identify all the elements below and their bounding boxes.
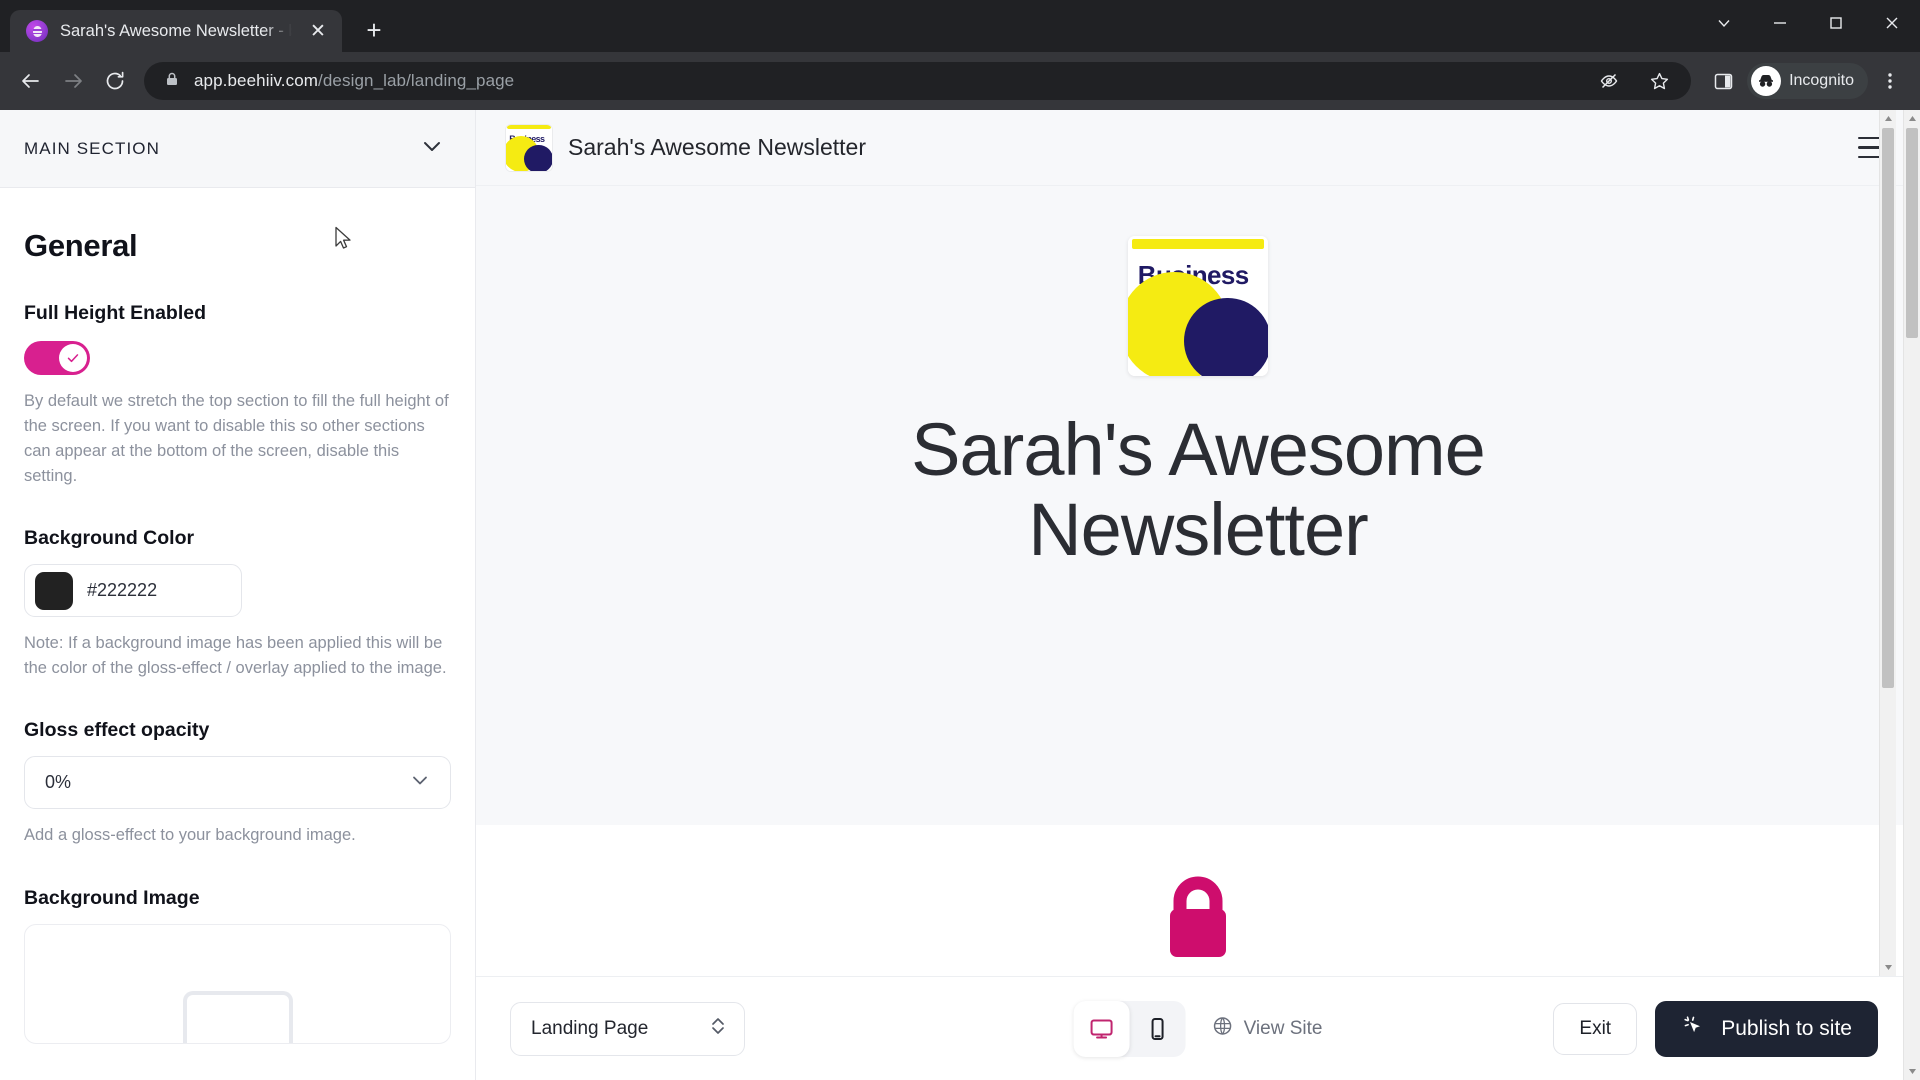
- side-panel-icon[interactable]: [1705, 63, 1741, 99]
- site-brand: Business Sarah's Awesome Newsletter: [506, 124, 866, 171]
- field-background-color: Background Color #222222 Note: If a back…: [24, 527, 451, 681]
- preview-scroll-area: Business Sarah's Awesome Newsletter Busi…: [476, 110, 1920, 976]
- bookmark-star-icon[interactable]: [1641, 63, 1677, 99]
- sidebar-body: General Full Height Enabled By default w…: [0, 188, 475, 1080]
- reload-icon[interactable]: [96, 62, 134, 100]
- view-site-button[interactable]: View Site: [1212, 1015, 1323, 1043]
- gloss-opacity-select[interactable]: 0%: [24, 756, 451, 810]
- profile-incognito-button[interactable]: Incognito: [1747, 63, 1868, 99]
- background-color-label: Background Color: [24, 527, 195, 550]
- scroll-up-arrow-icon[interactable]: [1904, 110, 1920, 127]
- chevron-updown-icon[interactable]: [708, 1013, 728, 1044]
- full-height-toggle[interactable]: [24, 341, 90, 375]
- exit-label: Exit: [1579, 1017, 1612, 1039]
- window-controls: [1696, 0, 1920, 46]
- plus-icon[interactable]: +: [354, 10, 394, 50]
- page-select-value: Landing Page: [531, 1017, 649, 1039]
- device-toggle: [1073, 1000, 1186, 1057]
- background-color-value: #222222: [87, 580, 158, 601]
- kebab-menu-icon[interactable]: [1872, 63, 1908, 99]
- check-icon: [59, 344, 87, 372]
- minimize-icon[interactable]: [1752, 0, 1808, 46]
- lock-icon: [1156, 873, 1240, 965]
- address-bar[interactable]: app.beehiiv.com/design_lab/landing_page: [144, 62, 1692, 100]
- tab-title: Sarah's Awesome Newsletter - b: [60, 21, 292, 40]
- exit-button[interactable]: Exit: [1553, 1002, 1638, 1055]
- scroll-up-arrow-icon[interactable]: [1880, 110, 1896, 127]
- hero-title: Sarah's Awesome Newsletter: [911, 408, 1486, 571]
- publication-name: Sarah's Awesome Newsletter: [568, 134, 866, 160]
- beehiiv-favicon: [26, 20, 48, 42]
- publish-to-site-button[interactable]: Publish to site: [1655, 1000, 1878, 1057]
- background-color-input[interactable]: #222222: [24, 564, 242, 618]
- page-title: General: [24, 228, 138, 263]
- gloss-opacity-value: 0%: [45, 772, 72, 793]
- field-gloss-opacity: Gloss effect opacity 0% Add a gloss-effe…: [24, 719, 451, 848]
- page-select[interactable]: Landing Page: [510, 1001, 745, 1056]
- maximize-icon[interactable]: [1808, 0, 1864, 46]
- scroll-down-arrow-icon[interactable]: [1904, 1063, 1920, 1080]
- close-window-icon[interactable]: [1864, 0, 1920, 46]
- eye-slash-icon[interactable]: [1591, 63, 1627, 99]
- color-swatch[interactable]: [35, 571, 73, 610]
- field-background-image: Background Image: [24, 887, 451, 1044]
- url-text: app.beehiiv.com/design_lab/landing_page: [194, 71, 515, 90]
- browser-window: Sarah's Awesome Newsletter - b ✕ + app.b…: [0, 0, 1920, 1080]
- profile-label: Incognito: [1789, 72, 1854, 89]
- publish-label: Publish to site: [1721, 1016, 1852, 1040]
- business-logo: Business: [506, 124, 552, 171]
- full-height-label: Full Height Enabled: [24, 302, 207, 324]
- preview-pane: Business Sarah's Awesome Newsletter Busi…: [476, 110, 1920, 1080]
- close-icon[interactable]: ✕: [304, 17, 332, 45]
- browser-tab[interactable]: Sarah's Awesome Newsletter - b ✕: [10, 10, 342, 52]
- desktop-icon[interactable]: [1073, 1000, 1130, 1057]
- globe-icon: [1212, 1015, 1234, 1043]
- hero-section: Business Sarah's Awesome Newsletter: [476, 186, 1920, 825]
- full-height-help: By default we stretch the top section to…: [24, 392, 449, 486]
- site-lock-icon: [164, 71, 180, 92]
- editor-actions: Exit Publish to site: [1553, 1000, 1878, 1057]
- section-header-label: MAIN SECTION: [24, 138, 160, 158]
- field-full-height: Full Height Enabled By default we stretc…: [24, 302, 451, 489]
- back-arrow-icon[interactable]: [12, 62, 50, 100]
- gloss-opacity-label: Gloss effect opacity: [24, 719, 210, 742]
- private-content-section: Private Content This is a private newsle…: [476, 825, 1920, 976]
- tab-search-chevron-icon[interactable]: [1696, 0, 1752, 46]
- window-scrollbar[interactable]: [1903, 110, 1920, 1080]
- tab-strip: Sarah's Awesome Newsletter - b ✕ +: [0, 0, 1920, 52]
- mobile-icon[interactable]: [1130, 1001, 1186, 1057]
- editor-bottom-bar: Landing Page View Site Exit Publish to s…: [476, 976, 1920, 1080]
- gloss-opacity-help: Add a gloss-effect to your background im…: [24, 826, 356, 845]
- page-content: MAIN SECTION General Full Height Enabled…: [0, 110, 1920, 1080]
- scroll-down-arrow-icon[interactable]: [1880, 959, 1896, 976]
- chevron-down-icon[interactable]: [419, 133, 445, 164]
- design-lab-sidebar: MAIN SECTION General Full Height Enabled…: [0, 110, 476, 1080]
- background-color-help: Note: If a background image has been app…: [24, 634, 447, 678]
- browser-toolbar: app.beehiiv.com/design_lab/landing_page …: [0, 52, 1920, 110]
- incognito-icon: [1751, 66, 1782, 96]
- preview-scrollbar[interactable]: [1879, 110, 1896, 976]
- view-site-label: View Site: [1243, 1017, 1323, 1039]
- site-preview-header: Business Sarah's Awesome Newsletter: [476, 110, 1920, 186]
- chevron-down-icon[interactable]: [408, 768, 432, 797]
- forward-arrow-icon: [54, 62, 92, 100]
- background-image-label: Background Image: [24, 886, 200, 909]
- image-upload-icon[interactable]: [24, 923, 451, 1044]
- section-header-main-section[interactable]: MAIN SECTION: [0, 110, 475, 188]
- sparkle-cursor-icon: [1681, 1013, 1707, 1045]
- preview-controls: View Site: [1073, 1000, 1323, 1057]
- business-logo: Business: [1128, 236, 1268, 376]
